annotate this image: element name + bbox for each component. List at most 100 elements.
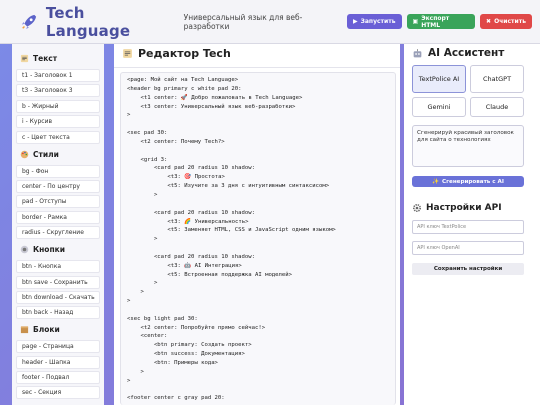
model-claude-button[interactable]: Claude <box>470 97 524 117</box>
editor-title: Редактор Tech <box>122 47 231 60</box>
editor-panel: Редактор Tech <page: Мой сайт на Tech La… <box>114 44 400 405</box>
code-line: <t3 center: Универсальный язык веб-разра… <box>127 103 296 110</box>
code-line: > <box>127 191 158 198</box>
api-settings-title: Настройки API <box>412 203 540 213</box>
palette-icon <box>20 150 29 158</box>
robot-icon <box>413 48 422 57</box>
clear-label: Очистить <box>494 18 526 25</box>
run-label: Запустить <box>360 18 396 25</box>
code-line: > <box>127 289 144 296</box>
model-chatgpt-button[interactable]: ChatGPT <box>470 65 524 93</box>
save-icon: ▣ <box>412 18 419 25</box>
code-line: > <box>127 112 131 119</box>
export-html-button[interactable]: ▣ Экспорт HTML <box>406 14 476 29</box>
code-line: <header bg primary c white pad 20: <box>127 85 242 92</box>
code-line: > <box>127 368 144 375</box>
sidebar-item-btn-download[interactable]: btn download - Скачать <box>16 290 100 304</box>
code-line: <card pad 20 radius 10 shadow: <box>127 253 255 260</box>
code-line: <sec bg light pad 30: <box>127 315 198 322</box>
header-actions: ▶ Запустить ▣ Экспорт HTML ✖ Очистить <box>347 14 532 29</box>
ai-panel: AI Ассистент TextPolice AI ChatGPT Gemin… <box>404 44 540 405</box>
sidebar-item-t3[interactable]: t3 - Заголовок 3 <box>16 84 100 98</box>
code-line: <t3: 🌈 Универсальность> <box>127 218 249 225</box>
ai-prompt-textarea[interactable]: Сгенерируй красивый заголовок для сайта … <box>412 125 524 167</box>
play-icon: ▶ <box>353 18 358 25</box>
sidebar-item-pad[interactable]: pad - Отступы <box>16 195 100 209</box>
generate-ai-button[interactable]: ✨ Сгенерировать с AI <box>412 176 524 187</box>
code-line: > <box>127 236 158 243</box>
code-line: <t1 center: 🚀 Добро пожаловать в Tech La… <box>127 94 303 101</box>
sidebar-item-sec[interactable]: sec - Секция <box>16 386 100 400</box>
code-line: <btn: Примеры кода> <box>127 360 218 366</box>
code-line: <t5: Встроенная поддержка AI моделей> <box>127 271 293 278</box>
code-line: <grid 3: <box>127 156 168 163</box>
run-button[interactable]: ▶ Запустить <box>347 14 402 29</box>
sidebar-item-radius[interactable]: radius - Скругление <box>16 226 100 240</box>
save-settings-button[interactable]: Сохранить настройки <box>412 263 524 275</box>
divider <box>114 67 400 68</box>
code-line: <t2 center: Почему Tech?> <box>127 138 225 145</box>
code-line: <sec pad 30: <box>127 130 168 137</box>
sidebar-section-buttons: Кнопки <box>20 245 100 254</box>
sidebar-item-footer[interactable]: footer - Подвал <box>16 371 100 385</box>
code-line: <t2 center: Попробуйте прямо сейчас!> <box>127 324 266 331</box>
model-gemini-button[interactable]: Gemini <box>412 97 466 117</box>
code-line: <t5: Изучите за 3 дня с интуитивным синт… <box>127 183 330 190</box>
code-line: <btn success: Документация> <box>127 351 245 358</box>
clear-button[interactable]: ✖ Очистить <box>480 14 532 29</box>
sidebar-section-blocks: Блоки <box>20 325 100 334</box>
code-line: > <box>127 298 131 305</box>
app-subtitle: Универсальный язык для веб-разработки <box>183 12 303 31</box>
sidebar-item-page[interactable]: page - Страница <box>16 340 100 354</box>
sparkle-icon: ✨ <box>432 178 439 185</box>
code-line: <footer center c gray pad 20: <box>127 395 225 402</box>
code-line: <center: <box>127 333 168 340</box>
openai-api-key-input[interactable] <box>412 241 524 255</box>
code-line: <btn primary: Создать проект> <box>127 342 252 349</box>
code-line: <t3: 🤖 AI Интеграция> <box>127 262 242 269</box>
code-line: <t3: 🎯 Простота> <box>127 174 225 181</box>
sidebar-section-text: Текст <box>20 54 100 63</box>
sidebar-item-color[interactable]: c - Цвет текста <box>16 130 100 144</box>
sidebar-section-styles: Стили <box>20 150 100 159</box>
sidebar-item-italic[interactable]: i - Курсив <box>16 115 100 129</box>
gear-icon <box>412 203 422 213</box>
app-title: Tech Language <box>45 3 131 40</box>
textpolice-api-key-input[interactable] <box>412 220 524 234</box>
app: Tech Language Универсальный язык для веб… <box>0 0 540 405</box>
sidebar-item-bg[interactable]: bg - Фон <box>16 164 100 178</box>
sidebar-item-btn-back[interactable]: btn back - Назад <box>16 306 100 320</box>
button-icon <box>20 245 29 254</box>
code-line: > <box>127 377 131 384</box>
sidebar: Текст t1 - Заголовок 1 t3 - Заголовок 3 … <box>12 44 104 405</box>
sidebar-item-bold[interactable]: b - Жирный <box>16 99 100 113</box>
model-textpolice-button[interactable]: TextPolice AI <box>412 65 466 93</box>
sidebar-item-border[interactable]: border - Рамка <box>16 210 100 224</box>
box-icon <box>20 326 29 334</box>
model-selector: TextPolice AI ChatGPT Gemini Claude <box>412 65 540 117</box>
trash-icon: ✖ <box>486 18 492 25</box>
app-header: Tech Language Универсальный язык для веб… <box>0 0 540 44</box>
ai-assistant-title: AI Ассистент <box>412 47 540 59</box>
rocket-icon <box>21 14 37 29</box>
export-label: Экспорт HTML <box>421 14 450 29</box>
code-line: <page: Мой сайт на Tech Language> <box>127 77 239 83</box>
code-editor[interactable]: <page: Мой сайт на Tech Language> <header… <box>120 72 396 405</box>
memo-icon <box>123 49 132 58</box>
sidebar-item-t1[interactable]: t1 - Заголовок 1 <box>16 69 100 82</box>
sidebar-item-btn[interactable]: btn - Кнопка <box>16 260 100 274</box>
memo-icon <box>20 54 29 63</box>
code-line: <t5: Заменяет HTML, CSS и JavaScript одн… <box>127 227 336 234</box>
sidebar-item-center[interactable]: center - По центру <box>16 179 100 193</box>
sidebar-item-header[interactable]: header - Шапка <box>16 355 100 369</box>
code-line: <card pad 20 radius 10 shadow: <box>127 209 255 216</box>
code-line: <card pad 20 radius 10 shadow: <box>127 165 255 172</box>
code-line: > <box>127 280 158 287</box>
sidebar-item-btn-save[interactable]: btn save - Сохранить <box>16 275 100 289</box>
